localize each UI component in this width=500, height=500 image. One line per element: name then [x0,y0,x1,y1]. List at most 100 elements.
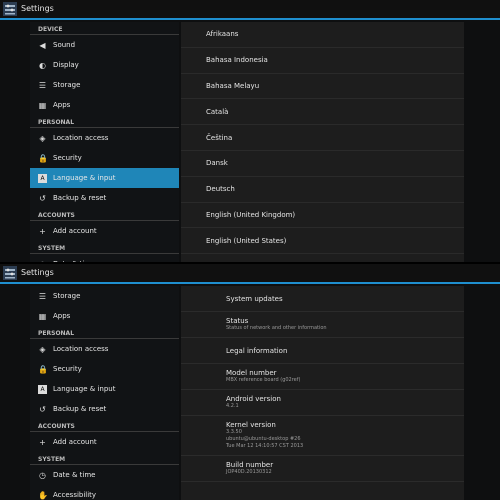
about-device-list[interactable]: System updates Status Status of network an… [181,286,464,500]
sidebar-item-location-access[interactable]: ◈ Location access [30,339,179,359]
pref-title: Build number [226,461,274,469]
sidebar-item-storage[interactable]: ☰ Storage [30,286,179,306]
sidebar-item-backup-reset[interactable]: ↺ Backup & reset [30,188,179,208]
sidebar-item-label: Storage [53,81,81,89]
keyboard-icon: A [38,384,47,394]
sidebar-item-label: Location access [53,345,109,353]
about-pref-system-updates[interactable]: System updates [181,286,464,312]
action-bar: Settings [0,0,500,20]
sidebar-item-label: Sound [53,41,76,49]
sidebar-item-add-account[interactable]: + Add account [30,221,179,241]
about-pref-android-version[interactable]: Android version 4.2.1 [181,390,464,416]
sidebar-section-header: ACCOUNTS [30,208,179,221]
backup-icon: ↺ [39,193,46,203]
apps-icon: ▦ [38,100,47,110]
settings-window-top: Settings DEVICE ◀ Sound ◐ Display ☰ Storage ▦ Ap… [0,0,500,262]
sidebar-item-label: Security [53,365,82,373]
sidebar-item-display[interactable]: ◐ Display [30,55,179,75]
sidebar-item-date-time[interactable]: ◷ Date & time [30,465,179,485]
sidebar-item-label: Storage [53,292,81,300]
sidebar-item-label: Date & time [53,260,95,262]
settings-app-icon[interactable] [3,2,17,16]
about-pref-model-number[interactable]: Model number MBX reference board (g02ref) [181,364,464,390]
language-option[interactable]: English (United States) [181,228,464,255]
settings-app-icon[interactable] [3,266,17,280]
sidebar-item-label: Accessibility [53,491,97,499]
storage-icon: ☰ [38,291,47,301]
sidebar-item-label: Add account [53,438,97,446]
about-pref-kernel-version[interactable]: Kernel version 3.3.50 ubuntu@ubuntu-deskto… [181,416,464,456]
sidebar-item-backup-reset[interactable]: ↺ Backup & reset [30,399,179,419]
language-option[interactable]: Afrikaans [181,22,464,48]
sidebar-item-label: Display [53,61,79,69]
sidebar-item-label: Apps [53,101,71,109]
sidebar-item-label: Backup & reset [53,405,107,413]
storage-icon: ☰ [38,80,47,90]
pref-title: Legal information [226,346,288,355]
pref-title: Kernel version [226,421,276,429]
lock-icon: 🔒 [38,153,48,163]
sidebar-item-label: Add account [53,227,97,235]
sidebar-section-header: ACCOUNTS [30,419,179,432]
sidebar-item-apps[interactable]: ▦ Apps [30,306,179,326]
speaker-icon: ◀ [39,40,46,50]
language-option[interactable]: Català [181,99,464,126]
lock-icon: 🔒 [38,364,48,374]
language-option[interactable]: Dansk [181,151,464,177]
sidebar-item-location-access[interactable]: ◈ Location access [30,128,179,148]
sidebar-item-storage[interactable]: ☰ Storage [30,75,179,95]
language-option[interactable]: Bahasa Melayu [181,74,464,100]
app-title: Settings [21,4,54,13]
pref-title: Android version [226,395,281,403]
pref-summary: 3.3.50 [226,429,242,435]
about-pref-build-number[interactable]: Build number JOP40D.20130312 [181,456,464,482]
location-icon: ◈ [39,133,46,143]
sidebar-item-date-time[interactable]: ◷ Date & time [30,254,179,263]
hand-icon: ✋ [38,490,48,500]
sidebar-section-header: SYSTEM [30,241,179,254]
settings-window-bottom: Settings ☰ Storage ▦ Apps PERSONAL ◈ Location … [0,264,500,500]
sidebar-item-label: Date & time [53,471,96,479]
language-list[interactable]: Afrikaans Bahasa Indonesia Bahasa Melayu Ca… [181,22,464,262]
app-title: Settings [21,268,54,277]
plus-icon: + [39,437,46,447]
pref-title: Model number [226,369,277,377]
sidebar-item-label: Language & input [53,385,116,393]
sidebar-item-apps[interactable]: ▦ Apps [30,95,179,115]
pref-summary: MBX reference board (g02ref) [226,377,301,383]
sidebar-item-label: Apps [53,312,71,320]
sidebar-section-header: SYSTEM [30,452,179,465]
language-option[interactable]: Bahasa Indonesia [181,48,464,74]
clock-icon: ◷ [38,260,47,263]
sidebar-item-add-account[interactable]: + Add account [30,432,179,452]
sidebar-item-security[interactable]: 🔒 Security [30,148,179,168]
apps-icon: ▦ [38,311,47,321]
language-option[interactable]: Čeština [181,125,464,151]
pref-summary: JOP40D.20130312 [226,469,272,475]
about-pref-legal-information[interactable]: Legal information [181,338,464,364]
keyboard-icon: A [38,173,47,183]
sidebar-section-header: PERSONAL [30,326,179,339]
language-option[interactable]: Deutsch [181,177,464,203]
sidebar-item-accessibility[interactable]: ✋ Accessibility [30,485,179,500]
location-icon: ◈ [39,344,46,354]
sidebar-item-language-input[interactable]: A Language & input [30,168,179,188]
pref-summary: ubuntu@ubuntu-desktop #26 [226,436,301,442]
sidebar-item-label: Backup & reset [53,194,107,202]
sidebar-item-sound[interactable]: ◀ Sound [30,35,179,55]
pref-summary: Tue Mar 12 14:10:57 CST 2013 [226,443,304,449]
language-option[interactable]: English (United Kingdom) [181,203,464,229]
action-bar: Settings [0,264,500,284]
settings-sidebar: ☰ Storage ▦ Apps PERSONAL ◈ Location access 🔒 Se… [30,286,179,500]
sidebar-section-header: PERSONAL [30,115,179,128]
clock-icon: ◷ [39,470,46,480]
pref-title: System updates [226,294,283,303]
pref-summary: 4.2.1 [226,403,239,409]
sidebar-item-security[interactable]: 🔒 Security [30,359,179,379]
sidebar-item-label: Language & input [53,174,116,182]
settings-sidebar: DEVICE ◀ Sound ◐ Display ☰ Storage ▦ Apps PERSONA… [30,22,179,262]
pref-title: Status [226,317,249,325]
sidebar-item-language-input[interactable]: A Language & input [30,379,179,399]
backup-icon: ↺ [39,404,46,414]
about-pref-status[interactable]: Status Status of network and other inform… [181,312,464,338]
